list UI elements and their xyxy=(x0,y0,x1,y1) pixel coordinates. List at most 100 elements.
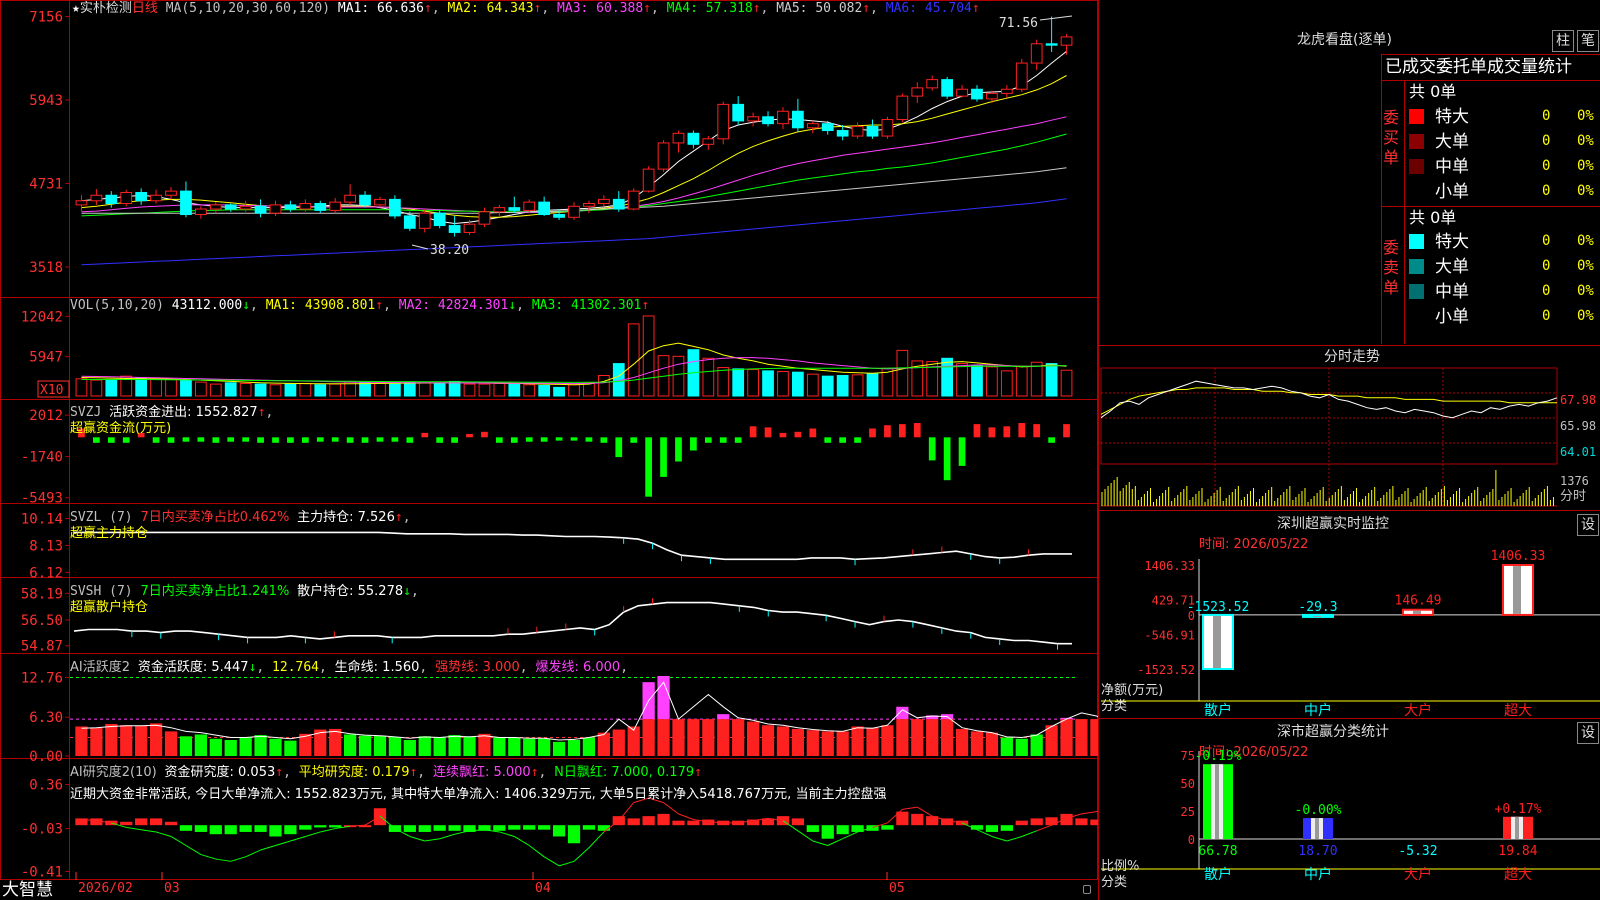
active-bar xyxy=(373,735,387,756)
candle-body xyxy=(254,205,267,214)
research-bar xyxy=(508,825,521,830)
svsh-header: SVSH (7) 7日内买卖净占比1.241% 散户持仓: 55.278↓, xyxy=(70,584,419,599)
kline-panels-svg[interactable]: 7156 5943 4731 3518 71.56 38.20 12042 5947 X10 20… xyxy=(0,0,1098,880)
candle-body xyxy=(239,205,252,210)
right-sidebar: 龙虎看盘(逐单) 柱 笔 已成交委托单成交量统计 委买单 共 0单 特大 0 0% 大… xyxy=(1098,0,1600,900)
research-line-seg xyxy=(1081,811,1097,815)
active-bar xyxy=(358,735,372,756)
research-line-seg xyxy=(514,836,530,846)
volume-bar xyxy=(180,379,192,397)
research-bar xyxy=(1030,818,1043,826)
active-bar xyxy=(761,725,775,756)
volume-bar xyxy=(523,384,536,397)
research-line-seg xyxy=(409,835,425,842)
longhu-subtitle: 已成交委托单成交量统计 xyxy=(1385,57,1572,77)
candle-body xyxy=(792,110,804,129)
active-bar xyxy=(1075,719,1088,756)
flow-bar xyxy=(1063,424,1070,438)
research-bar xyxy=(672,820,685,826)
legend-swatch xyxy=(1409,234,1424,249)
active-bar xyxy=(642,719,655,756)
flow-bar xyxy=(331,437,339,442)
volume-bar xyxy=(642,315,655,397)
research-line-seg xyxy=(663,802,679,815)
candle-body xyxy=(836,130,849,137)
volume-bar xyxy=(418,382,431,397)
order-percent: 0% xyxy=(1577,308,1594,324)
research-bar xyxy=(1075,818,1088,826)
ai-research-red: 连续飘红: 5.000 xyxy=(432,765,531,780)
buy-row: 大单 0 0% xyxy=(1409,129,1599,153)
main-chart-area[interactable]: 7156 5943 4731 3518 71.56 38.20 12042 5947 X10 20… xyxy=(0,0,1098,900)
active-bar xyxy=(552,741,566,756)
volume-bar xyxy=(448,380,461,397)
sz-class-chart[interactable]: 75 50 25 0 -0.19% 66.78 散户 -0.00% 18.70 中户 -5.32 大户… xyxy=(1099,719,1600,900)
stock-name[interactable]: 实朴检测 xyxy=(80,1,132,16)
brand-logo[interactable]: 大智慧 xyxy=(2,880,53,900)
active-bar xyxy=(627,726,640,756)
class-category: 中户 xyxy=(1304,866,1332,883)
class-bar-shade xyxy=(1515,816,1519,839)
flow-bar xyxy=(197,437,205,442)
active-bar xyxy=(329,728,342,756)
period-label[interactable]: 日线 xyxy=(132,1,158,16)
flow-bar xyxy=(615,437,623,458)
ai-lifeline-label: 生命线: 1.560 xyxy=(334,660,420,675)
vol-title: VOL(5,10,20) xyxy=(70,298,164,313)
flow-bar xyxy=(122,437,130,443)
candle-body xyxy=(463,223,476,233)
class-value-label: -5.32 xyxy=(1398,844,1437,859)
candle-body xyxy=(344,194,356,203)
zhu-button[interactable]: 柱 xyxy=(1552,30,1574,52)
order-percent: 0% xyxy=(1577,108,1594,124)
research-line-seg xyxy=(1036,824,1052,832)
order-size-label: 大单 xyxy=(1435,132,1469,152)
volume-bar xyxy=(762,370,774,397)
flow-bar xyxy=(227,437,235,442)
volume-bar xyxy=(194,381,207,397)
low-annotation-arrow xyxy=(411,244,429,250)
active-bar xyxy=(194,734,207,756)
active-bar xyxy=(149,723,163,756)
lock-icon[interactable] xyxy=(1083,885,1091,894)
ai-strong-label: 强势线: 3.000 xyxy=(435,660,520,675)
volume-bar xyxy=(732,368,745,397)
flow-bar xyxy=(675,437,682,462)
active-bar xyxy=(597,732,610,756)
active-bar xyxy=(1060,719,1073,756)
volume-bar xyxy=(463,383,476,397)
order-count: 0 xyxy=(1542,233,1551,249)
research-bar xyxy=(403,825,416,832)
active-bar xyxy=(388,736,402,756)
volume-bar xyxy=(627,323,640,397)
order-count: 0 xyxy=(1542,133,1551,149)
intraday-tick-high: 67.98 xyxy=(1560,393,1597,407)
y-tick-label: 8.13 xyxy=(29,538,63,554)
flow-bar xyxy=(630,437,638,443)
vol-value: 43112.000 xyxy=(171,298,243,313)
volume-bar xyxy=(1060,369,1073,397)
intraday-panel[interactable]: 分时走势 67.98 65.98 64.01 1376 分时 xyxy=(1099,345,1600,510)
sell-row: 小单 0 0% xyxy=(1409,304,1599,328)
candle-body xyxy=(418,212,431,229)
sz-monitor-chart[interactable]: 1406.33429.710-546.91-1523.52-1523.52散户-… xyxy=(1099,511,1600,719)
active-bar xyxy=(418,736,431,756)
active-bar xyxy=(941,719,954,756)
volume-bar xyxy=(75,378,88,397)
class-change-label: +0.17% xyxy=(1495,802,1542,817)
svzj-header: SVZJ 活跃资金进出: 1552.827↑, xyxy=(70,405,274,420)
bi-button[interactable]: 笔 xyxy=(1577,30,1599,52)
candle-body xyxy=(105,194,118,205)
class-value-label: 18.70 xyxy=(1298,844,1337,859)
active-bar xyxy=(90,727,103,756)
y-tick-label: -0.03 xyxy=(21,822,63,838)
legend-swatch xyxy=(1409,134,1424,149)
intraday-chart[interactable] xyxy=(1099,346,1600,511)
class-category: 大户 xyxy=(1404,866,1432,883)
research-line-seg xyxy=(588,831,605,849)
candle-body xyxy=(717,103,730,140)
flow-bar xyxy=(391,437,399,442)
y-tick-label: 5947 xyxy=(29,350,63,366)
monitor-value: 146.49 xyxy=(1395,594,1442,609)
monitor-category: 中户 xyxy=(1304,702,1332,719)
